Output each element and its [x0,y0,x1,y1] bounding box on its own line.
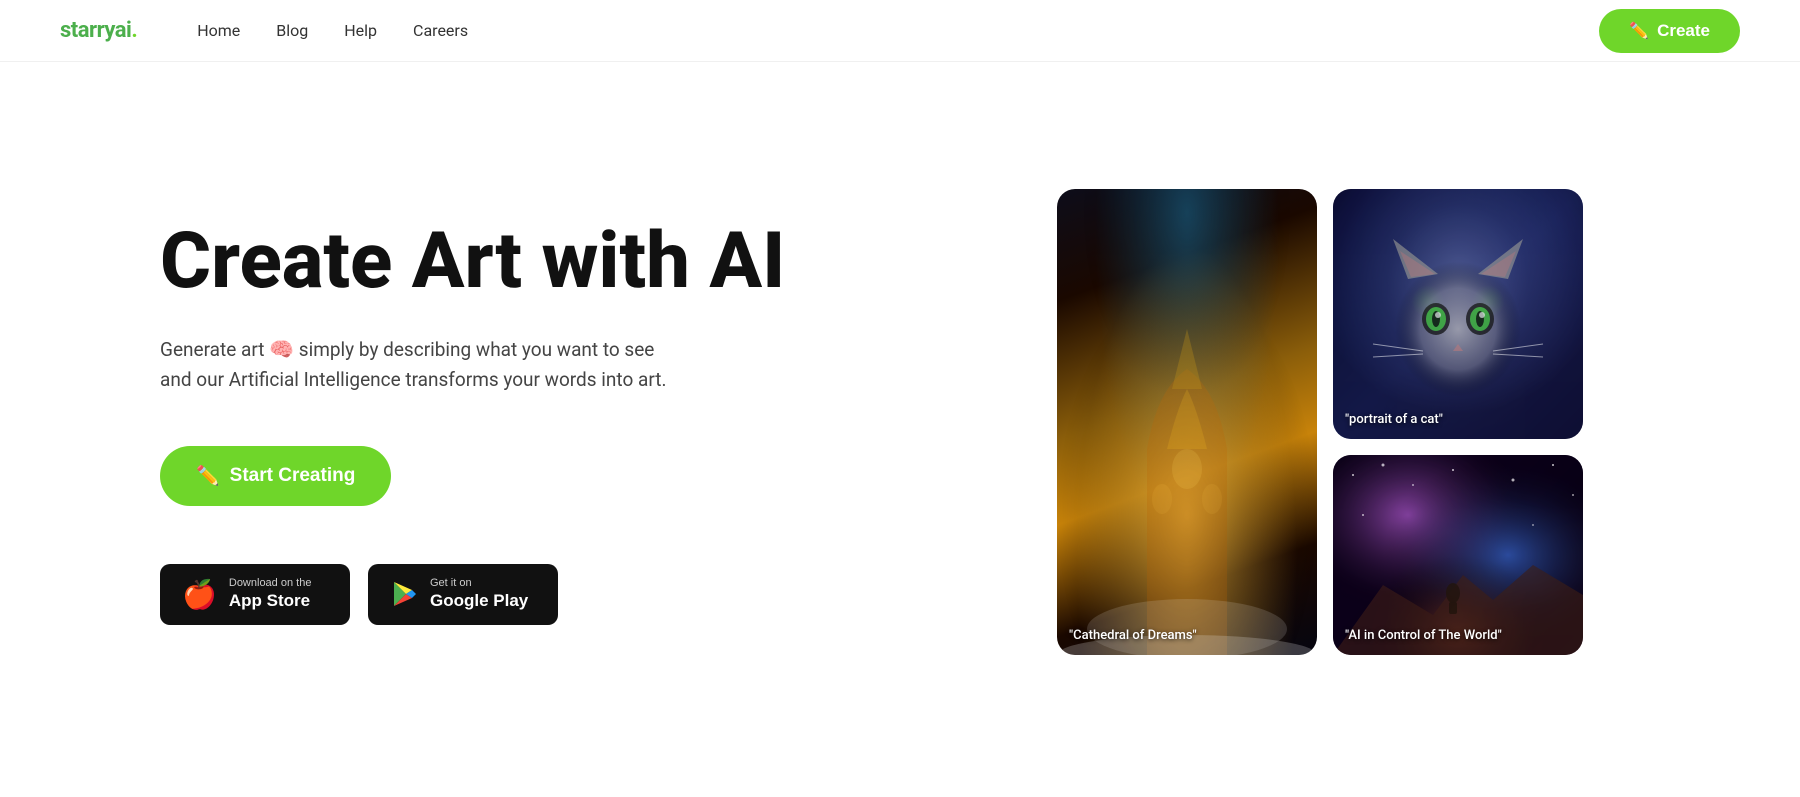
gallery-image-cathedral: "Cathedral of Dreams" [1057,189,1317,655]
hero-description: Generate art 🧠 simply by describing what… [160,333,680,396]
app-store-button[interactable]: 🍎 Download on the App Store [160,564,350,625]
nav-create-button[interactable]: ✏️ Create [1599,9,1740,53]
hero-desc-before: Generate art [160,338,264,361]
start-creating-label: Start Creating [230,465,356,487]
store-buttons: 🍎 Download on the App Store Get it on G [160,564,860,625]
nav-help[interactable]: Help [344,21,377,40]
nav-home[interactable]: Home [197,21,240,40]
nav-create-label: Create [1657,21,1710,41]
image-grid: "Cathedral of Dreams" [1057,189,1583,655]
apple-icon: 🍎 [182,578,217,611]
nav-links: Home Blog Help Careers [197,21,468,40]
hero-right: "Cathedral of Dreams" [860,189,1740,655]
space-caption: "AI in Control of The World" [1345,628,1571,643]
app-store-text: Download on the App Store [229,578,312,611]
hero-section: Create Art with AI Generate art 🧠 simply… [0,62,1800,762]
hero-title: Create Art with AI [160,219,860,305]
hero-left: Create Art with AI Generate art 🧠 simply… [160,219,860,625]
nav-blog[interactable]: Blog [276,21,308,40]
google-play-small-text: Get it on [430,578,528,589]
app-store-small-text: Download on the [229,578,312,589]
cathedral-caption: "Cathedral of Dreams" [1069,628,1305,643]
google-play-icon [390,580,418,608]
google-play-text: Get it on Google Play [430,578,528,611]
start-creating-button[interactable]: ✏️ Start Creating [160,446,391,506]
gallery-image-cat: "portrait of a cat" [1333,189,1583,439]
gallery-image-space: "AI in Control of The World" [1333,455,1583,655]
cat-caption: "portrait of a cat" [1345,412,1571,427]
brand-name: starryai [60,18,131,43]
pencil-icon: ✏️ [1629,21,1649,41]
navbar: starryai. Home Blog Help Careers ✏️ Crea… [0,0,1800,62]
google-play-button[interactable]: Get it on Google Play [368,564,558,625]
brand-dot: . [131,18,137,43]
start-pencil-icon: ✏️ [196,464,220,488]
nav-careers[interactable]: Careers [413,21,468,40]
app-store-big-text: App Store [229,591,312,611]
brand-logo[interactable]: starryai. [60,18,137,43]
brain-emoji: 🧠 [269,337,294,361]
google-play-big-text: Google Play [430,591,528,611]
